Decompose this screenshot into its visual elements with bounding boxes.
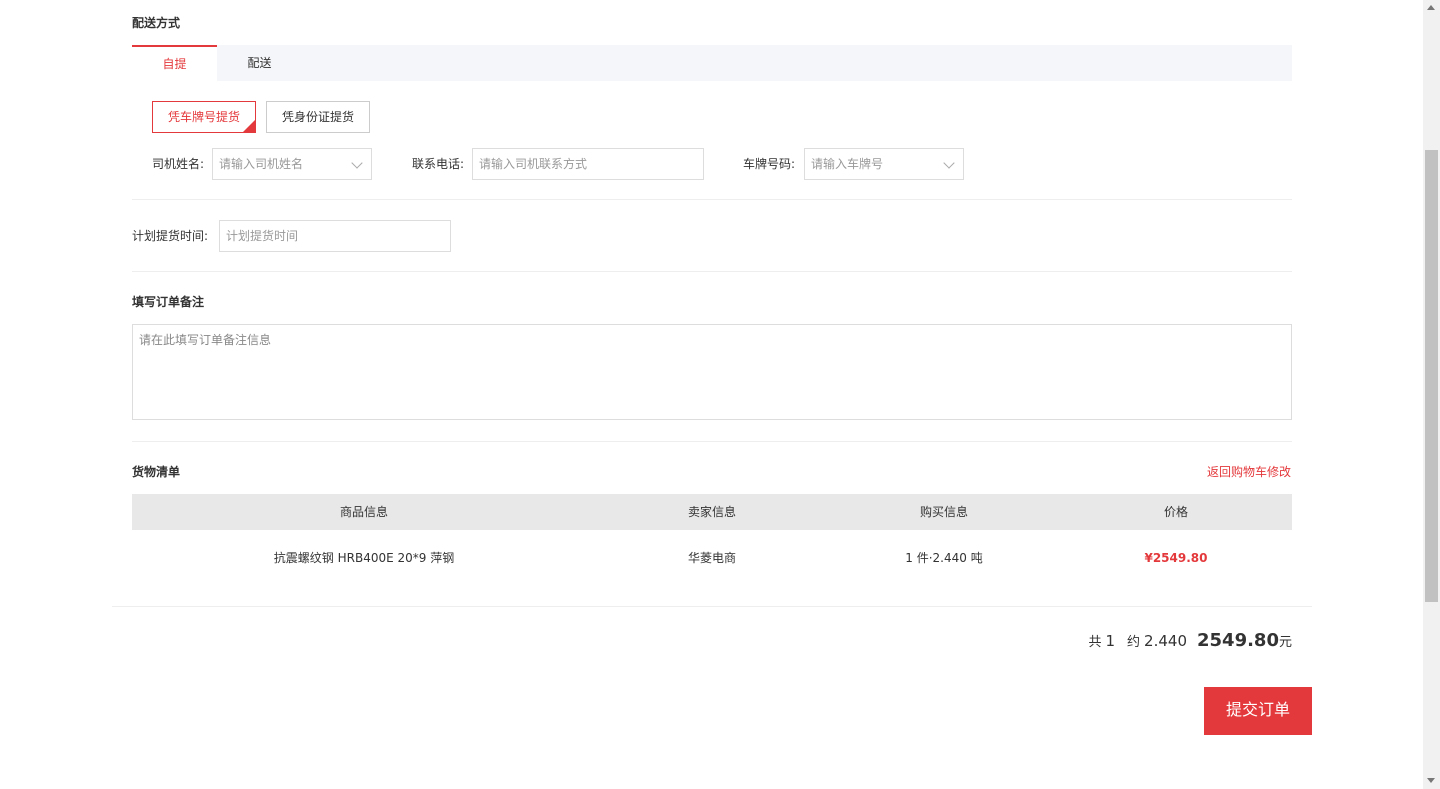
plate-input[interactable] (805, 149, 963, 179)
approx-prefix: 约 (1127, 635, 1141, 650)
goods-table-header: 商品信息 卖家信息 购买信息 价格 (132, 494, 1292, 530)
delivery-section-title: 配送方式 (132, 16, 181, 30)
driver-name-select[interactable] (212, 148, 372, 180)
column-header-seller: 卖家信息 (687, 505, 736, 519)
pickup-by-plate-label: 凭车牌号提货 (167, 110, 240, 124)
plan-time-input[interactable] (220, 221, 450, 251)
delivery-tabs: 自提 配送 (132, 45, 1292, 81)
scroll-up-icon[interactable] (1427, 5, 1435, 10)
divider (132, 271, 1292, 272)
phone-field[interactable] (472, 148, 704, 180)
seller-cell: 华菱电商 (687, 551, 736, 565)
purchase-cell: 1 件·2.440 吨 (905, 551, 983, 565)
item-count: 1 (1105, 632, 1116, 650)
divider (112, 606, 1312, 607)
column-header-product: 商品信息 (339, 505, 388, 519)
total-amount: 2549.80 (1197, 630, 1279, 651)
tab-self-pickup[interactable]: 自提 (132, 45, 217, 81)
price-cell: ¥2549.80 (1144, 551, 1208, 565)
count-prefix: 共 (1088, 635, 1102, 650)
scroll-down-icon[interactable] (1427, 778, 1435, 783)
plan-time-field[interactable] (219, 220, 451, 252)
plan-time-label: 计划提货时间: (132, 229, 209, 243)
back-to-cart-link[interactable]: 返回购物车修改 (1207, 463, 1291, 480)
pickup-by-id-label: 凭身份证提货 (281, 110, 354, 124)
goods-section-title: 货物清单 (132, 465, 181, 479)
order-totals: 共 1 约 2.440 2549.80 元 (1088, 630, 1292, 656)
driver-name-input[interactable] (213, 149, 371, 179)
divider (132, 199, 1292, 200)
remark-section-title: 填写订单备注 (132, 295, 205, 309)
scrollbar-thumb[interactable] (1425, 150, 1438, 602)
tab-delivery[interactable]: 配送 (217, 45, 302, 81)
pickup-by-plate-button[interactable]: 凭车牌号提货 (152, 101, 256, 133)
driver-name-label: 司机姓名: (152, 157, 205, 171)
product-cell: 抗震螺纹钢 HRB400E 20*9 萍钢 (273, 551, 455, 565)
total-weight: 2.440 (1144, 632, 1187, 650)
pickup-by-id-button[interactable]: 凭身份证提货 (266, 101, 370, 133)
currency-unit: 元 (1278, 635, 1292, 650)
plate-select[interactable] (804, 148, 964, 180)
column-header-price: 价格 (1163, 505, 1188, 519)
selected-corner-icon (243, 120, 255, 132)
phone-label: 联系电话: (412, 157, 465, 171)
divider (132, 441, 1292, 442)
submit-order-button[interactable]: 提交订单 (1204, 687, 1312, 735)
phone-input[interactable] (473, 149, 703, 179)
remark-textarea[interactable] (132, 324, 1292, 420)
plate-label: 车牌号码: (743, 157, 796, 171)
column-header-purchase: 购买信息 (919, 505, 968, 519)
table-row: 抗震螺纹钢 HRB400E 20*9 萍钢 华菱电商 1 件·2.440 吨 ¥… (132, 530, 1292, 588)
